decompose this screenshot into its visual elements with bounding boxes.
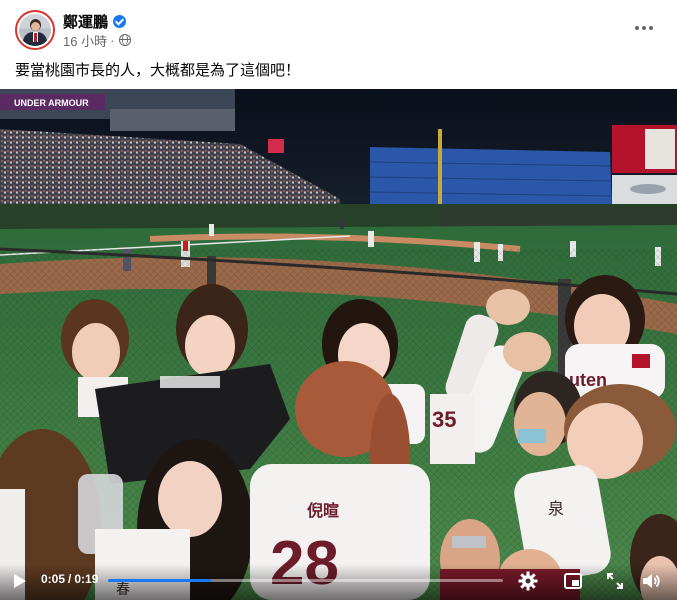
jersey-back-name: 倪暄 <box>307 501 339 520</box>
progress-fill <box>108 579 211 582</box>
more-dot-icon <box>642 26 646 30</box>
globe-icon[interactable] <box>119 34 132 46</box>
svg-text:35: 35 <box>432 407 456 432</box>
avatar-photo <box>19 14 51 46</box>
post-header: 鄭運鵬 16 小時 · <box>15 10 665 52</box>
author-line: 鄭運鵬 <box>63 11 127 32</box>
facebook-post: 鄭運鵬 16 小時 · 要當桃園市長的人，大概都是為了這個吧！ UNDER AR… <box>0 0 677 600</box>
picture-in-picture-icon[interactable] <box>562 570 584 592</box>
volume-icon[interactable] <box>640 570 662 592</box>
more-dot-icon <box>649 26 653 30</box>
author-name[interactable]: 鄭運鵬 <box>63 11 108 32</box>
verified-badge-icon <box>113 14 127 28</box>
meta-separator: · <box>110 32 115 48</box>
progress-bar[interactable] <box>108 579 503 582</box>
video-time: 0:05 / 0:19 <box>41 572 98 586</box>
gear-icon[interactable] <box>517 570 539 592</box>
jersey-char-right: 泉 <box>548 499 564 518</box>
video-player[interactable]: UNDER ARMOUR uten 35 泉 倪暄 0:05 / 0:19 <box>0 89 677 600</box>
red-sign <box>268 139 284 153</box>
video-controls: 0:05 / 0:19 <box>0 564 677 600</box>
time-total: 0:19 <box>74 572 99 586</box>
video-frame: UNDER ARMOUR uten 35 泉 倪暄 <box>0 89 677 600</box>
stands-facade <box>110 109 235 131</box>
avatar[interactable] <box>15 10 55 50</box>
time-separator: / <box>68 572 72 586</box>
more-dot-icon <box>635 26 639 30</box>
fullscreen-icon[interactable] <box>604 570 626 592</box>
play-icon[interactable] <box>14 574 26 588</box>
light-pole <box>438 129 442 209</box>
more-options-button[interactable] <box>629 16 659 40</box>
jersey-number-big: 35 <box>430 394 475 464</box>
post-meta: 16 小時 · <box>63 31 132 50</box>
ad-banner-text: UNDER ARMOUR <box>14 98 89 108</box>
post-text: 要當桃園市長的人，大概都是為了這個吧！ <box>15 62 301 79</box>
post-timestamp[interactable]: 16 小時 <box>63 31 107 50</box>
time-current: 0:05 <box>41 572 66 586</box>
